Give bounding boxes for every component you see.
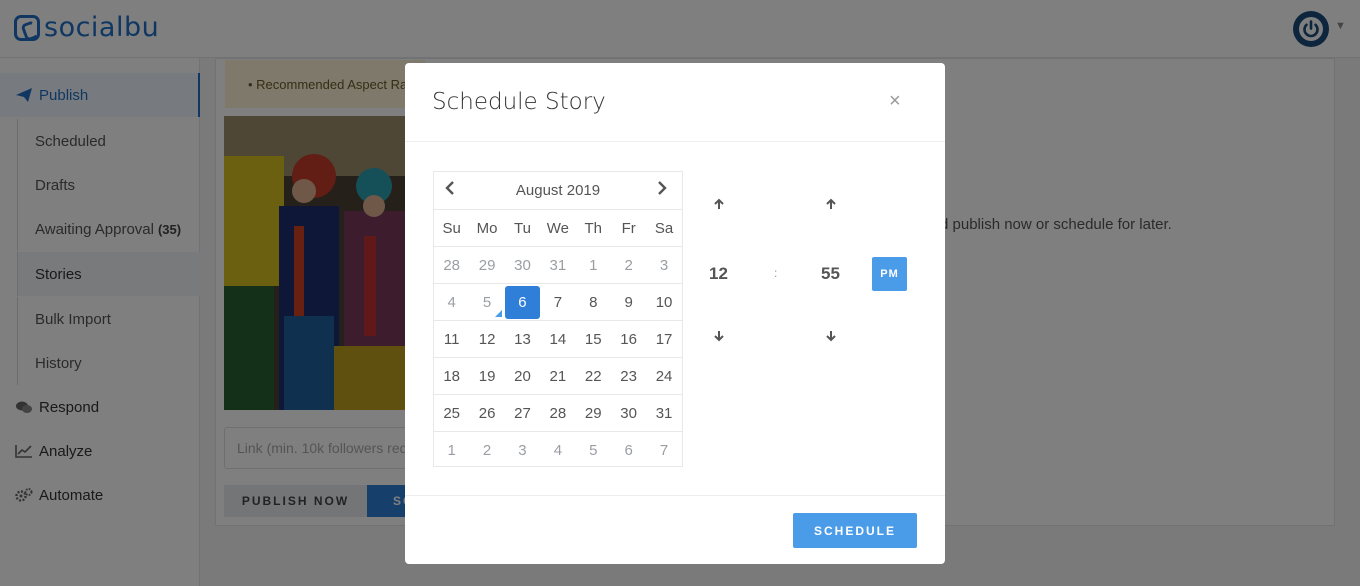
modal-footer-divider [405,495,945,496]
date-picker: August 2019 Su Mo Tu We Th Fr Sa 28 29 3… [433,171,683,467]
calendar-day[interactable]: 31 [540,247,575,283]
calendar-day[interactable]: 5 [576,432,611,468]
week-row: 1 2 3 4 5 6 7 [434,431,682,468]
calendar-day[interactable]: 14 [540,321,575,357]
calendar-day[interactable]: 18 [434,358,469,394]
calendar-day[interactable]: 23 [611,358,646,394]
weekday-label: Tu [514,219,531,237]
calendar-day[interactable]: 4 [434,284,469,320]
calendar-header: August 2019 [434,172,682,208]
ampm-toggle-button[interactable]: PM [872,257,907,291]
calendar-day[interactable]: 7 [540,284,575,320]
hour-decrement-arrow-down-icon[interactable] [709,329,729,345]
calendar-day-selected[interactable]: 6 [504,286,541,319]
calendar-day[interactable]: 12 [469,321,504,357]
weekday-label: We [546,219,569,237]
minute-value[interactable]: 55 [821,264,840,284]
week-row: 28 29 30 31 1 2 3 [434,246,682,283]
calendar-day-today[interactable]: 5 [469,284,504,320]
calendar-day[interactable]: 13 [505,321,540,357]
calendar-day[interactable]: 15 [576,321,611,357]
modal-title: Schedule Story [432,89,606,115]
chevron-right-icon[interactable] [656,180,668,201]
calendar-day[interactable]: 27 [505,395,540,431]
calendar-day[interactable]: 30 [505,247,540,283]
calendar-day[interactable]: 28 [540,395,575,431]
calendar-day[interactable]: 26 [469,395,504,431]
weekday-label: Sa [654,219,674,237]
calendar-day[interactable]: 10 [646,284,681,320]
schedule-button[interactable]: SCHEDULE [793,513,917,548]
calendar-grid: Su Mo Tu We Th Fr Sa 28 29 30 31 1 2 3 4… [434,209,682,468]
weekday-label: Mo [476,219,498,237]
calendar-day[interactable]: 25 [434,395,469,431]
calendar-day[interactable]: 17 [646,321,681,357]
time-separator: : [774,266,778,280]
calendar-day[interactable]: 7 [646,432,681,468]
minute-decrement-arrow-down-icon[interactable] [821,329,841,345]
calendar-day[interactable]: 19 [469,358,504,394]
calendar-day[interactable]: 3 [505,432,540,468]
calendar-day[interactable]: 6 [611,432,646,468]
chevron-left-icon[interactable] [444,180,456,201]
schedule-story-modal: Schedule Story × August 2019 Su Mo Tu We… [405,63,945,564]
week-row: 4 5 6 7 8 9 10 [434,283,682,320]
calendar-day[interactable]: 1 [434,432,469,468]
calendar-day[interactable]: 21 [540,358,575,394]
calendar-day[interactable]: 16 [611,321,646,357]
hour-increment-arrow-up-icon[interactable] [709,197,729,213]
week-row: 25 26 27 28 29 30 31 [434,394,682,431]
calendar-day[interactable]: 22 [576,358,611,394]
calendar-day[interactable]: 24 [646,358,681,394]
calendar-day[interactable]: 29 [576,395,611,431]
calendar-day[interactable]: 28 [434,247,469,283]
calendar-day[interactable]: 11 [434,321,469,357]
calendar-day[interactable]: 3 [646,247,681,283]
calendar-day[interactable]: 30 [611,395,646,431]
close-icon[interactable]: × [889,90,901,113]
calendar-month-label[interactable]: August 2019 [516,182,600,199]
calendar-day[interactable]: 1 [576,247,611,283]
calendar-day[interactable]: 9 [611,284,646,320]
weekday-label: Th [584,219,603,237]
minute-increment-arrow-up-icon[interactable] [821,197,841,213]
calendar-day[interactable]: 2 [611,247,646,283]
calendar-day[interactable]: 2 [469,432,504,468]
weekday-label: Su [442,219,461,237]
week-row: 18 19 20 21 22 23 24 [434,357,682,394]
hour-value[interactable]: 12 [709,264,728,284]
weekday-label: Fr [621,219,636,237]
calendar-day[interactable]: 8 [576,284,611,320]
week-row: 11 12 13 14 15 16 17 [434,320,682,357]
calendar-day[interactable]: 20 [505,358,540,394]
calendar-day[interactable]: 29 [469,247,504,283]
calendar-day[interactable]: 4 [540,432,575,468]
modal-header-divider [405,141,945,142]
weekday-row: Su Mo Tu We Th Fr Sa [434,209,682,246]
calendar-day[interactable]: 31 [646,395,681,431]
